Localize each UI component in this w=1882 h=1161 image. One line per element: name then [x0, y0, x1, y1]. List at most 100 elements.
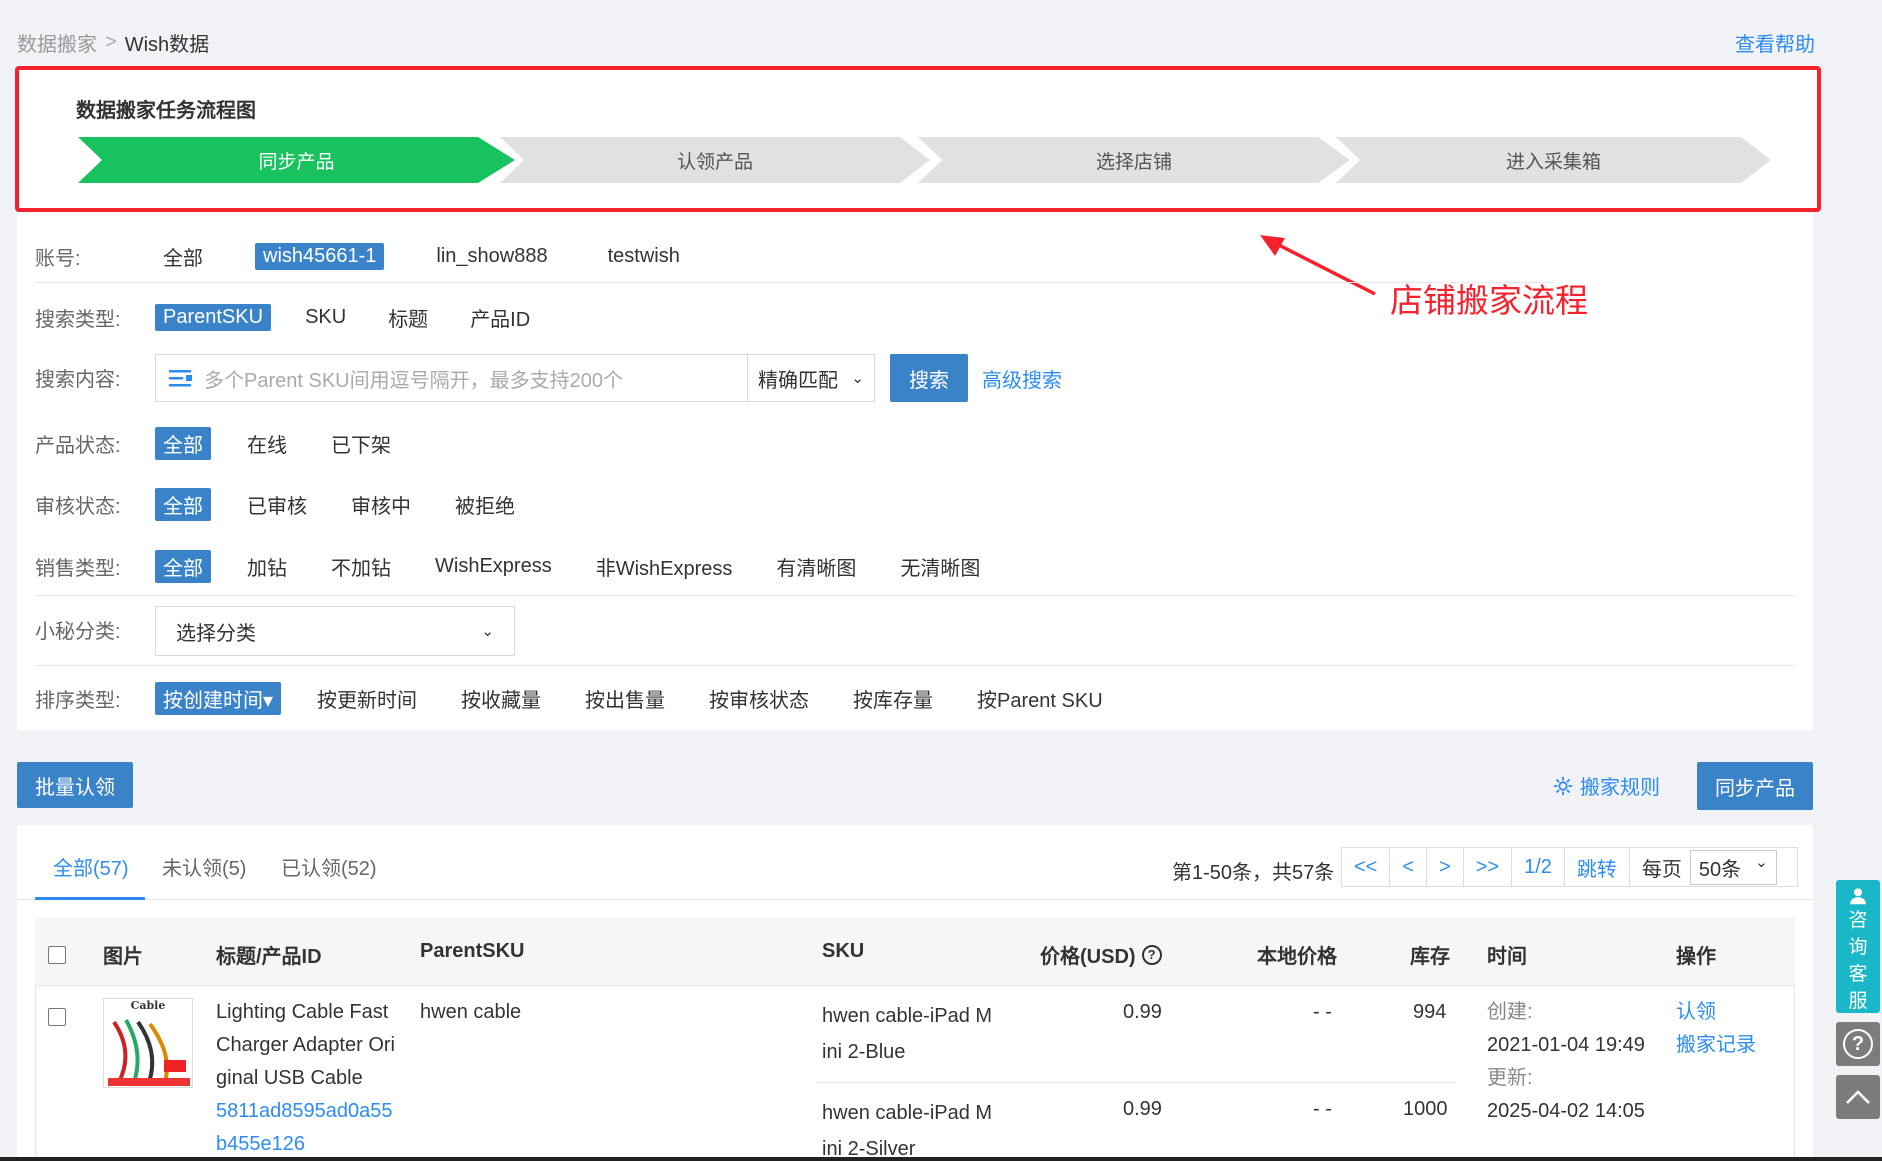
review-status-option[interactable]: 已审核	[239, 488, 315, 521]
bottom-edge	[0, 1157, 1882, 1161]
account-option[interactable]: lin_show888	[428, 243, 555, 270]
flow-step-label: 进入采集箱	[1505, 151, 1601, 173]
filter-search-type: 搜索类型: ParentSKU SKU 标题 产品ID	[35, 301, 582, 334]
review-status-option[interactable]: 被拒绝	[447, 488, 523, 521]
search-button[interactable]: 搜索	[890, 354, 968, 402]
row-checkbox[interactable]	[48, 1008, 66, 1026]
account-option[interactable]: testwish	[600, 243, 688, 270]
move-record-link[interactable]: 搬家记录	[1676, 1029, 1756, 1062]
title-line: Lighting Cable Fast	[216, 1001, 389, 1023]
sale-type-option[interactable]: WishExpress	[427, 553, 560, 580]
breadcrumb-separator: >	[105, 31, 117, 53]
list-icon	[169, 370, 192, 387]
filter-sort: 排序类型: 按创建时间▾ 按更新时间 按收藏量 按出售量 按审核状态 按库存量 …	[35, 682, 1155, 715]
sale-type-option[interactable]: 加钻	[239, 550, 295, 583]
review-status-option[interactable]: 全部	[155, 488, 211, 521]
variant-sku: hwen cable-iPad M ini 2-Blue	[822, 998, 992, 1070]
chevron-down-icon: ⌄	[481, 623, 494, 640]
sale-type-option[interactable]: 非WishExpress	[588, 550, 741, 583]
search-input[interactable]: 多个Parent SKU间用逗号隔开，最多支持200个	[155, 354, 748, 402]
sort-option[interactable]: 按Parent SKU	[969, 682, 1111, 715]
sale-type-option[interactable]: 有清晰图	[768, 550, 864, 583]
sort-option[interactable]: 按更新时间	[309, 682, 425, 715]
col-time: 时间	[1487, 946, 1527, 968]
sort-option[interactable]: 按创建时间▾	[155, 682, 282, 715]
variant-stock: 994	[1413, 1001, 1447, 1023]
pager-first[interactable]: <<	[1342, 848, 1391, 886]
pager-jump[interactable]: 跳转	[1565, 848, 1630, 886]
variant-local-price: - -	[1313, 1001, 1332, 1023]
tab-unclaimed[interactable]: 未认领(5)	[162, 852, 246, 881]
sort-option[interactable]: 按出售量	[577, 682, 673, 715]
advanced-search-link[interactable]: 高级搜索	[982, 364, 1062, 393]
sale-type-option[interactable]: 无清晰图	[892, 550, 988, 583]
variant-price: 0.99	[1123, 1001, 1162, 1023]
breadcrumb: 数据搬家 > Wish数据	[17, 28, 209, 57]
tab-divider	[17, 899, 1813, 900]
help-button[interactable]: ?	[1836, 1022, 1880, 1066]
flow-step-label: 选择店铺	[1095, 151, 1172, 173]
flow-step-store: 选择店铺	[918, 137, 1350, 183]
claim-link[interactable]: 认领	[1676, 996, 1756, 1029]
created-time: 2021-01-04 19:49	[1487, 1034, 1645, 1056]
updated-time: 2025-04-02 14:05	[1487, 1100, 1645, 1122]
filter-product-status: 产品状态: 全部 在线 已下架	[35, 427, 443, 460]
variant-sku: hwen cable-iPad M ini 2-Silver	[822, 1095, 992, 1161]
product-status-option[interactable]: 已下架	[323, 427, 399, 460]
divider	[35, 595, 1795, 596]
sort-option[interactable]: 按审核状态	[701, 682, 817, 715]
select-all-checkbox[interactable]	[48, 946, 66, 964]
consult-char: 服	[1848, 991, 1868, 1012]
filter-label: 小秘分类:	[35, 621, 121, 643]
annotation-arrow-icon	[1260, 235, 1376, 296]
pager-per-page: 每页 50条 ⌄	[1630, 848, 1797, 886]
flow-title: 数据搬家任务流程图	[76, 100, 256, 122]
gear-icon	[1553, 776, 1573, 795]
filter-review-status: 审核状态: 全部 已审核 审核中 被拒绝	[35, 488, 567, 521]
batch-claim-button[interactable]: 批量认领	[17, 762, 133, 808]
rules-link[interactable]: 搬家规则	[1552, 771, 1660, 800]
col-sku: SKU	[822, 940, 865, 962]
tab-claimed[interactable]: 已认领(52)	[281, 852, 377, 881]
pager-last[interactable]: >>	[1464, 848, 1513, 886]
parent-sku: hwen cable	[420, 1001, 522, 1023]
search-type-option[interactable]: 标题	[380, 301, 436, 334]
sku-line: hwen cable-iPad M	[822, 1102, 993, 1124]
product-status-option[interactable]: 在线	[239, 427, 295, 460]
pager-next[interactable]: >	[1427, 848, 1464, 886]
account-option[interactable]: wish45661-1	[255, 243, 385, 270]
product-title[interactable]: Lighting Cable Fast Charger Adapter Ori …	[216, 996, 395, 1161]
variant-local-price: - -	[1313, 1098, 1332, 1120]
filter-account: 账号: 全部 wish45661-1 lin_show888 testwish	[35, 240, 732, 273]
sale-type-option[interactable]: 不加钻	[323, 550, 399, 583]
product-thumbnail[interactable]: Cable	[103, 998, 193, 1088]
flow-step-claim: 认领产品	[500, 137, 930, 183]
breadcrumb-root[interactable]: 数据搬家	[17, 28, 97, 57]
account-option[interactable]: 全部	[155, 240, 211, 273]
thumbnail-caption: Cable	[130, 999, 166, 1012]
search-type-option[interactable]: 产品ID	[462, 301, 538, 334]
title-line: Charger Adapter Ori	[216, 1034, 395, 1056]
category-select[interactable]: 选择分类 ⌄	[155, 606, 515, 656]
pager-prev[interactable]: <	[1390, 848, 1428, 886]
col-local-price: 本地价格	[1257, 946, 1337, 968]
tab-all[interactable]: 全部(57)	[53, 852, 129, 881]
sort-option[interactable]: 按库存量	[845, 682, 941, 715]
search-type-option[interactable]: SKU	[297, 304, 354, 331]
pager: << < > >> 1/2 跳转 每页 50条 ⌄	[1341, 847, 1798, 887]
review-status-option[interactable]: 审核中	[343, 488, 419, 521]
search-type-option[interactable]: ParentSKU	[155, 304, 272, 331]
sort-option[interactable]: 按收藏量	[453, 682, 549, 715]
per-page-select[interactable]: 50条 ⌄	[1689, 849, 1777, 885]
back-to-top-button[interactable]	[1836, 1075, 1880, 1119]
product-id-line[interactable]: 5811ad8595ad0a55	[216, 1095, 395, 1128]
sync-products-button[interactable]: 同步产品	[1697, 762, 1813, 810]
flow-step-label: 认领产品	[676, 151, 753, 173]
sale-type-option[interactable]: 全部	[155, 550, 211, 583]
customer-service-button[interactable]: 咨 询 客 服	[1836, 880, 1880, 1013]
col-stock: 库存	[1410, 946, 1450, 968]
help-circle-icon[interactable]: ?	[1141, 944, 1162, 965]
help-link[interactable]: 查看帮助	[1735, 28, 1815, 57]
product-status-option[interactable]: 全部	[155, 427, 211, 460]
match-mode-select[interactable]: 精确匹配 ⌄	[747, 354, 875, 402]
